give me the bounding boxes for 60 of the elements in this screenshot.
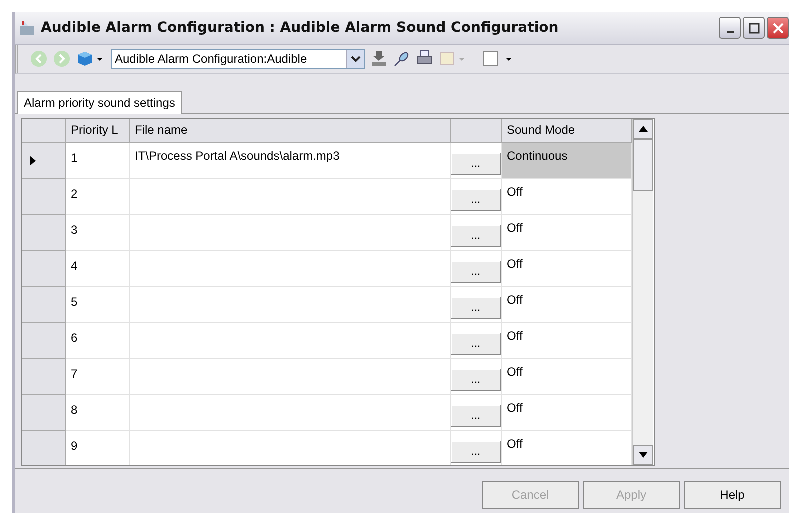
download-icon[interactable] (370, 50, 388, 68)
table-cell[interactable] (130, 359, 451, 395)
tab[interactable]: Alarm priority sound settings (17, 91, 182, 114)
row-header[interactable] (22, 359, 66, 395)
close-icon (772, 22, 784, 34)
row-header[interactable] (22, 287, 66, 323)
table-cell: 6 (66, 323, 130, 359)
row-header[interactable] (22, 179, 66, 215)
table-cell[interactable] (130, 215, 451, 251)
browse-button[interactable]: ... (451, 261, 501, 283)
column-header[interactable]: File name (130, 119, 451, 143)
table-cell[interactable] (130, 323, 451, 359)
browse-button[interactable]: ... (451, 153, 501, 175)
browse-button[interactable]: ... (451, 369, 501, 391)
table-cell: 9 (66, 431, 130, 465)
cube-icon[interactable] (76, 50, 106, 68)
row-header[interactable] (22, 251, 66, 287)
row-header[interactable] (22, 431, 66, 465)
maximize-button[interactable] (743, 17, 765, 39)
table-cell: 8 (66, 395, 130, 431)
browse-button[interactable]: ... (451, 189, 501, 211)
minimize-button[interactable] (719, 17, 741, 39)
browse-button[interactable]: ... (451, 225, 501, 247)
table-cell[interactable] (130, 287, 451, 323)
table-cell[interactable] (130, 251, 451, 287)
minimize-icon (726, 31, 734, 33)
scrollbar[interactable] (632, 119, 653, 465)
dialog-button[interactable]: Help (684, 481, 781, 509)
row-header[interactable] (22, 143, 66, 179)
app-icon (19, 20, 35, 36)
maximize-icon (748, 22, 760, 34)
table-cell: 5 (66, 287, 130, 323)
browse-button[interactable]: ... (451, 297, 501, 319)
table-cell[interactable] (130, 179, 451, 215)
column-header[interactable]: Sound Mode (502, 119, 632, 143)
row-header[interactable] (22, 323, 66, 359)
row-header[interactable] (22, 215, 66, 251)
location-combo[interactable]: Audible Alarm Configuration:Audible (111, 49, 365, 69)
table-cell: 7 (66, 359, 130, 395)
table-cell: 1 (66, 143, 130, 179)
scroll-thumb[interactable] (633, 139, 653, 191)
scroll-down-icon[interactable] (638, 452, 648, 458)
corner-header (22, 119, 66, 143)
browse-button[interactable]: ... (451, 405, 501, 427)
table-cell: 3 (66, 215, 130, 251)
scroll-up-icon[interactable] (638, 126, 648, 132)
table-cell[interactable]: Continuous (502, 143, 632, 179)
window-title: Audible Alarm Configuration : Audible Alarm Sound Configuration (41, 20, 559, 36)
table-cell: 4 (66, 251, 130, 287)
back-icon[interactable] (30, 50, 48, 68)
row-header[interactable] (22, 395, 66, 431)
table-cell[interactable] (130, 395, 451, 431)
table-cell[interactable]: IT\Process Portal A\sounds\alarm.mp3 (130, 143, 451, 179)
forward-icon[interactable] (53, 50, 71, 68)
close-button[interactable] (767, 17, 789, 39)
browse-button[interactable]: ... (451, 333, 501, 355)
table-cell: 2 (66, 179, 130, 215)
browse-button[interactable]: ... (451, 441, 501, 463)
column-header[interactable]: Priority L (66, 119, 130, 143)
current-row-icon (30, 156, 36, 166)
